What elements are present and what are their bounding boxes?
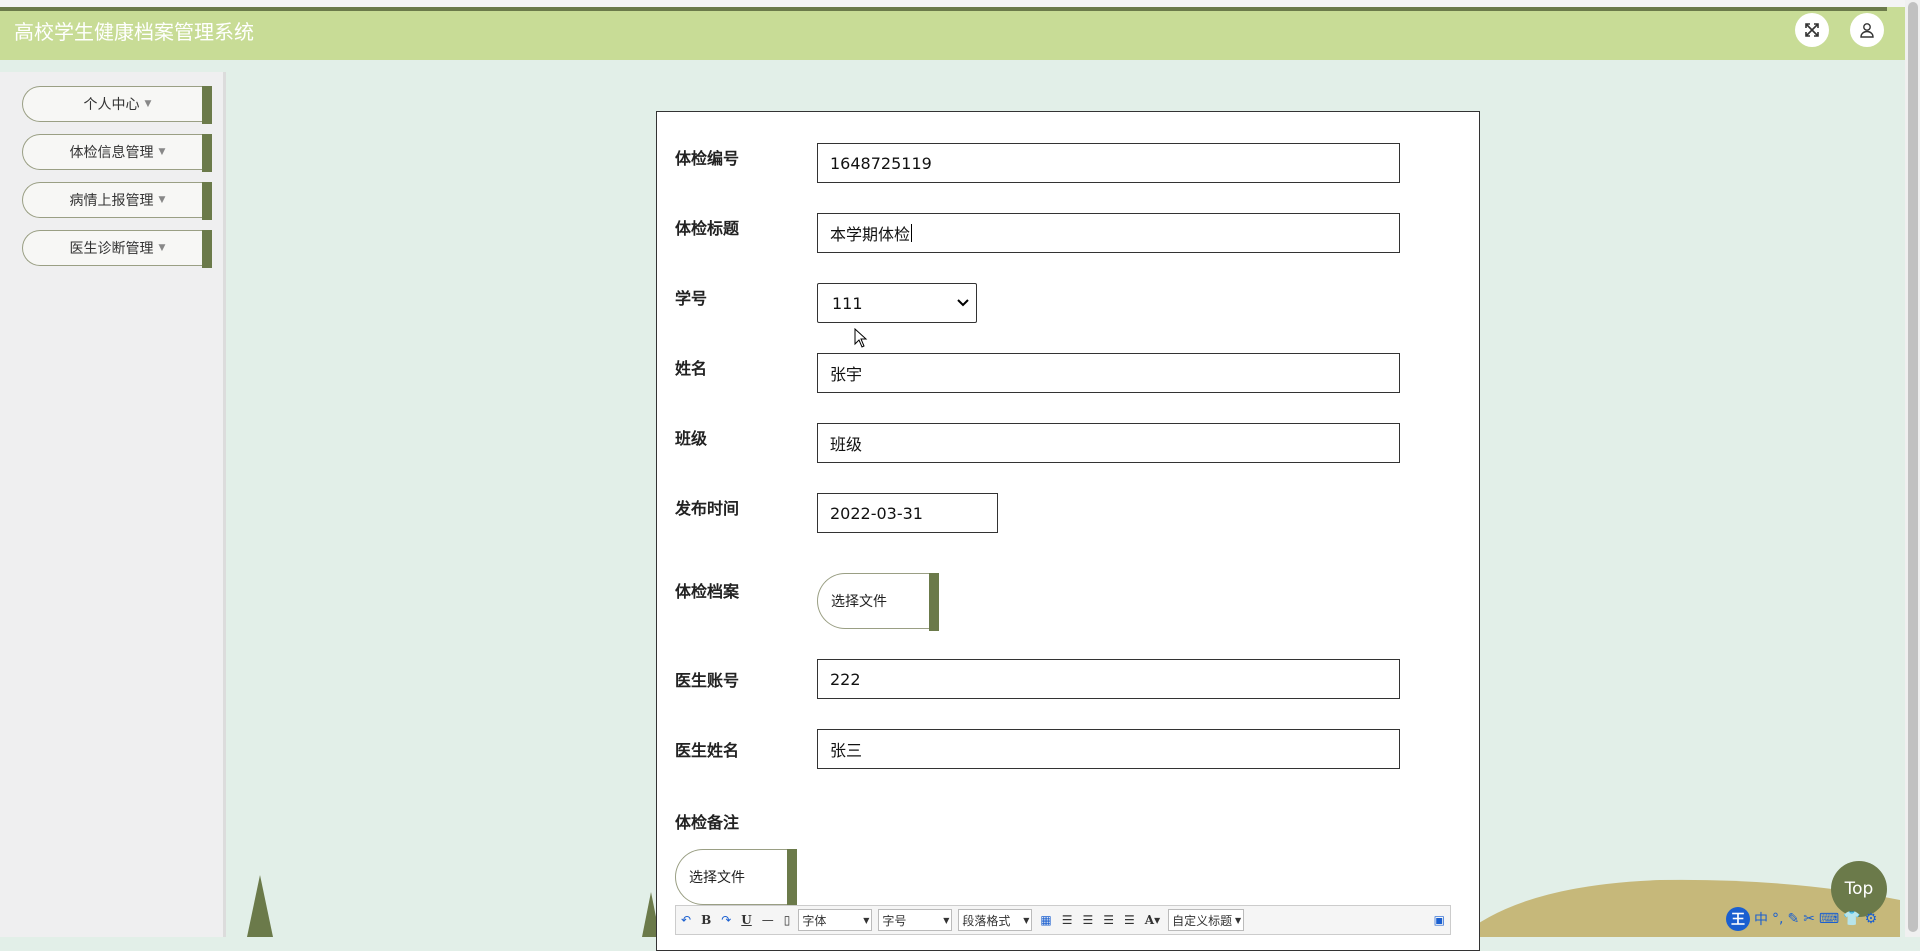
underline-icon[interactable]: U bbox=[741, 913, 751, 927]
sidebar-item-accent bbox=[202, 230, 212, 268]
align-left-icon[interactable]: ☰ bbox=[1062, 913, 1073, 927]
button-accent bbox=[787, 849, 797, 907]
caret-down-icon: ▼ bbox=[158, 195, 166, 205]
sidebar-item-exam-info[interactable]: 体检信息管理 ▼ bbox=[22, 134, 212, 172]
sidebar-item-label: 体检信息管理 bbox=[69, 145, 154, 161]
scissors-icon[interactable]: ✂ bbox=[1803, 911, 1815, 927]
exam-file-label: 体检档案 bbox=[675, 582, 740, 601]
sidebar-item-doctor-diagnosis[interactable]: 医生诊断管理 ▼ bbox=[22, 230, 212, 268]
exam-title-value: 本学期体检 bbox=[830, 225, 911, 244]
punctuation-icon[interactable]: °, bbox=[1772, 911, 1783, 927]
student-no-select[interactable]: 111 bbox=[817, 283, 977, 323]
preview-icon[interactable]: ▣ bbox=[1434, 913, 1445, 927]
document-icon[interactable]: ▯ bbox=[784, 913, 791, 927]
horizontal-rule-icon[interactable]: — bbox=[762, 913, 774, 927]
sidebar-item-label: 医生诊断管理 bbox=[69, 241, 154, 257]
pen-icon[interactable]: ✎ bbox=[1787, 911, 1799, 927]
bold-icon[interactable]: B bbox=[701, 913, 711, 927]
button-accent bbox=[929, 573, 939, 631]
skin-icon[interactable]: 👕 bbox=[1843, 911, 1860, 927]
tree-decoration-left bbox=[247, 875, 273, 937]
custom-title-select[interactable]: 自定义标题 ▼ bbox=[1168, 909, 1245, 931]
keyboard-icon[interactable]: ⌨ bbox=[1819, 911, 1839, 927]
doctor-account-label: 医生账号 bbox=[675, 671, 740, 690]
caret-down-icon: ▼ bbox=[158, 147, 166, 157]
exam-no-label: 体检编号 bbox=[675, 149, 740, 168]
vertical-scrollbar[interactable] bbox=[1905, 0, 1920, 937]
text-caret bbox=[911, 224, 913, 242]
paragraph-select[interactable]: 段落格式 ▼ bbox=[958, 909, 1033, 931]
sidebar-item-accent bbox=[202, 86, 212, 124]
publish-time-label: 发布时间 bbox=[675, 499, 740, 518]
undo-icon[interactable]: ↶ bbox=[681, 913, 691, 927]
name-label: 姓名 bbox=[675, 359, 708, 378]
exam-title-label: 体检标题 bbox=[675, 219, 740, 238]
doctor-name-input[interactable]: 张三 bbox=[817, 729, 1400, 769]
remark-label: 体检备注 bbox=[675, 813, 740, 832]
sidebar: 个人中心 ▼ 体检信息管理 ▼ 病情上报管理 ▼ 医生诊断管理 ▼ bbox=[0, 72, 226, 937]
choose-file-label: 选择文件 bbox=[689, 870, 745, 886]
scrollbar-thumb[interactable] bbox=[1908, 2, 1918, 932]
doctor-account-input[interactable]: 222 bbox=[817, 659, 1400, 699]
align-justify-icon[interactable]: ☰ bbox=[1124, 913, 1135, 927]
align-right-icon[interactable]: ☰ bbox=[1082, 913, 1093, 927]
sidebar-item-accent bbox=[202, 134, 212, 172]
sidebar-item-accent bbox=[202, 182, 212, 220]
font-family-select[interactable]: 字体 ▼ bbox=[798, 909, 873, 931]
exam-form: 体检编号 1648725119 体检标题 本学期体检 学号 111 姓名 张宇 … bbox=[656, 111, 1480, 951]
paragraph-label: 段落格式 bbox=[962, 913, 1011, 928]
ime-logo[interactable]: 王 bbox=[1726, 907, 1750, 931]
mouse-cursor-icon bbox=[854, 328, 868, 348]
ime-mode[interactable]: 中 bbox=[1754, 909, 1768, 929]
table-icon[interactable]: ▦ bbox=[1040, 913, 1051, 927]
sidebar-item-label: 病情上报管理 bbox=[69, 193, 154, 209]
font-color-icon[interactable]: A ▾ bbox=[1145, 913, 1160, 927]
custom-title-label: 自定义标题 bbox=[1172, 913, 1233, 928]
editor-toolbar: ↶ B ↷ U — ▯ 字体 ▼ 字号 ▼ 段落格式 ▼ ▦ ☰ ☰ ☰ ☰ A ▾ 自… bbox=[675, 905, 1451, 935]
student-no-label: 学号 bbox=[675, 289, 708, 308]
choose-file-label: 选择文件 bbox=[831, 594, 887, 610]
dropdown-arrow-icon: ▼ bbox=[1023, 915, 1030, 925]
exam-title-input[interactable]: 本学期体检 bbox=[817, 213, 1400, 253]
font-family-label: 字体 bbox=[802, 913, 827, 928]
doctor-name-label: 医生姓名 bbox=[675, 741, 740, 760]
dropdown-arrow-icon: ▼ bbox=[943, 915, 950, 925]
exam-no-input[interactable]: 1648725119 bbox=[817, 143, 1400, 183]
remark-choose-file-button[interactable]: 选择文件 bbox=[675, 849, 797, 907]
caret-down-icon: ▼ bbox=[144, 99, 152, 109]
redo-icon[interactable]: ↷ bbox=[721, 913, 731, 927]
dropdown-arrow-icon: ▼ bbox=[1234, 915, 1242, 925]
class-input[interactable]: 班级 bbox=[817, 423, 1400, 463]
student-no-value: 111 bbox=[832, 293, 863, 313]
font-size-label: 字号 bbox=[882, 913, 907, 928]
dropdown-arrow-icon: ▼ bbox=[863, 915, 870, 925]
font-size-select[interactable]: 字号 ▼ bbox=[878, 909, 953, 931]
sidebar-item-personal-center[interactable]: 个人中心 ▼ bbox=[22, 86, 212, 124]
publish-time-input[interactable]: 2022-03-31 bbox=[817, 493, 998, 533]
settings-icon[interactable]: ⚙ bbox=[1865, 911, 1878, 927]
ime-toolbar: 王 中 °, ✎ ✂ ⌨ 👕 ⚙ bbox=[1726, 907, 1877, 931]
font-color-label: A bbox=[1144, 913, 1155, 927]
align-center-icon[interactable]: ☰ bbox=[1103, 913, 1114, 927]
name-input[interactable]: 张宇 bbox=[817, 353, 1400, 393]
sidebar-item-label: 个人中心 bbox=[83, 97, 140, 113]
class-label: 班级 bbox=[675, 429, 708, 448]
sidebar-item-illness-report[interactable]: 病情上报管理 ▼ bbox=[22, 182, 212, 220]
caret-down-icon: ▼ bbox=[158, 243, 166, 253]
header-divider bbox=[0, 0, 1905, 60]
chevron-down-icon bbox=[957, 299, 969, 307]
exam-file-choose-button[interactable]: 选择文件 bbox=[817, 573, 939, 631]
